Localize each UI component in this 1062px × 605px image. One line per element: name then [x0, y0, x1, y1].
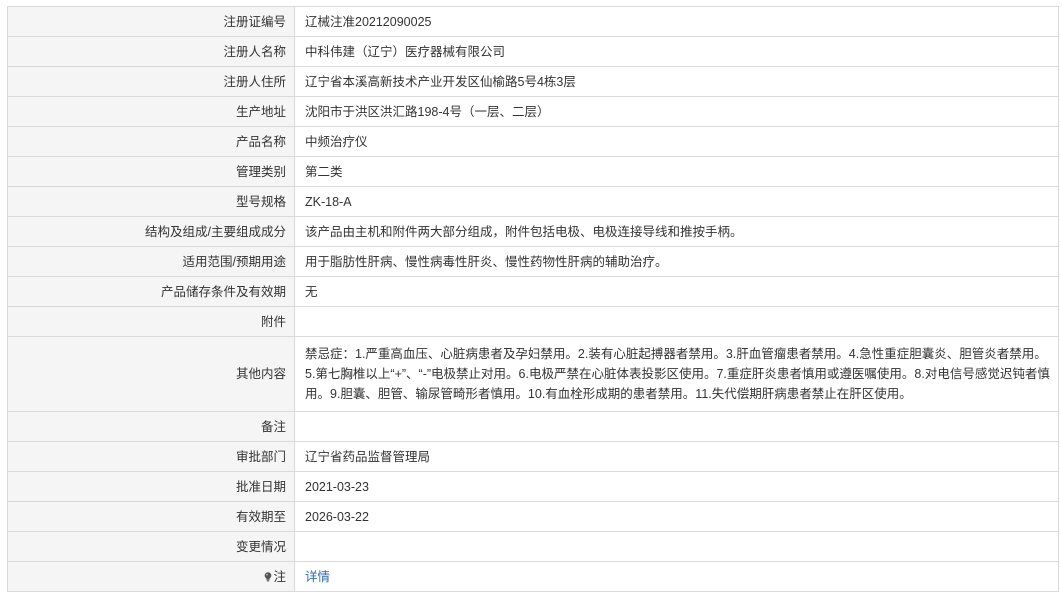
table-row: 管理类别 第二类 [7, 156, 1059, 187]
row-label: 附件 [7, 306, 295, 337]
row-label: 结构及组成/主要组成成分 [7, 216, 295, 247]
row-value: 无 [294, 276, 1059, 307]
row-value: 第二类 [294, 156, 1059, 187]
row-label: 批准日期 [7, 471, 295, 502]
lightbulb-icon [264, 571, 272, 582]
row-value: 中科伟建（辽宁）医疗器械有限公司 [294, 36, 1059, 67]
row-value: 辽械注准20212090025 [294, 6, 1059, 37]
row-value: 禁忌症：1.严重高血压、心脏病患者及孕妇禁用。2.装有心脏起搏器者禁用。3.肝血… [294, 336, 1059, 412]
table-row: 生产地址 沈阳市于洪区洪汇路198-4号（一层、二层） [7, 96, 1059, 127]
table-row: 注册证编号 辽械注准20212090025 [7, 6, 1059, 37]
table-row: 产品名称 中频治疗仪 [7, 126, 1059, 157]
details-link[interactable]: 详情 [305, 570, 330, 584]
row-label: 其他内容 [7, 336, 295, 412]
row-label: 注册人住所 [7, 66, 295, 97]
row-label: 变更情况 [7, 531, 295, 562]
row-label: 生产地址 [7, 96, 295, 127]
table-row: 变更情况 [7, 531, 1059, 562]
note-label: 注 [273, 569, 286, 584]
table-row: 备注 [7, 411, 1059, 442]
row-value: 2026-03-22 [294, 501, 1059, 532]
table-row: 有效期至 2026-03-22 [7, 501, 1059, 532]
row-label: 产品储存条件及有效期 [7, 276, 295, 307]
row-label: 注册人名称 [7, 36, 295, 67]
row-value: 中频治疗仪 [294, 126, 1059, 157]
row-label: 审批部门 [7, 441, 295, 472]
table-row: 适用范围/预期用途 用于脂肪性肝病、慢性病毒性肝炎、慢性药物性肝病的辅助治疗。 [7, 246, 1059, 277]
table-row: 批准日期 2021-03-23 [7, 471, 1059, 502]
row-label: 型号规格 [7, 186, 295, 217]
table-row: 审批部门 辽宁省药品监督管理局 [7, 441, 1059, 472]
row-value: 2021-03-23 [294, 471, 1059, 502]
row-label: 有效期至 [7, 501, 295, 532]
row-value: 该产品由主机和附件两大部分组成，附件包括电极、电极连接导线和推按手柄。 [294, 216, 1059, 247]
row-value: 用于脂肪性肝病、慢性病毒性肝炎、慢性药物性肝病的辅助治疗。 [294, 246, 1059, 277]
row-label: 备注 [7, 411, 295, 442]
table-row: 产品储存条件及有效期 无 [7, 276, 1059, 307]
row-value: 沈阳市于洪区洪汇路198-4号（一层、二层） [294, 96, 1059, 127]
registration-info: 注册证编号 辽械注准20212090025 注册人名称 中科伟建（辽宁）医疗器械… [0, 0, 1061, 592]
row-label: 产品名称 [7, 126, 295, 157]
row-value: 辽宁省药品监督管理局 [294, 441, 1059, 472]
table-row: 注册人住所 辽宁省本溪高新技术产业开发区仙榆路5号4栋3层 [7, 66, 1059, 97]
table-row: 注 详情 [7, 561, 1059, 592]
row-label: 适用范围/预期用途 [7, 246, 295, 277]
registration-table: 注册证编号 辽械注准20212090025 注册人名称 中科伟建（辽宁）医疗器械… [7, 6, 1059, 592]
table-row: 型号规格 ZK-18-A [7, 186, 1059, 217]
table-row: 附件 [7, 306, 1059, 337]
row-value [294, 531, 1059, 562]
table-row: 其他内容 禁忌症：1.严重高血压、心脏病患者及孕妇禁用。2.装有心脏起搏器者禁用… [7, 336, 1059, 412]
row-label: 管理类别 [7, 156, 295, 187]
row-value: ZK-18-A [294, 186, 1059, 217]
table-row: 结构及组成/主要组成成分 该产品由主机和附件两大部分组成，附件包括电极、电极连接… [7, 216, 1059, 247]
row-value [294, 306, 1059, 337]
table-row: 注册人名称 中科伟建（辽宁）医疗器械有限公司 [7, 36, 1059, 67]
note-value-cell: 详情 [294, 561, 1059, 592]
row-value: 辽宁省本溪高新技术产业开发区仙榆路5号4栋3层 [294, 66, 1059, 97]
row-label: 注册证编号 [7, 6, 295, 37]
row-value [294, 411, 1059, 442]
note-label-cell: 注 [7, 561, 295, 592]
